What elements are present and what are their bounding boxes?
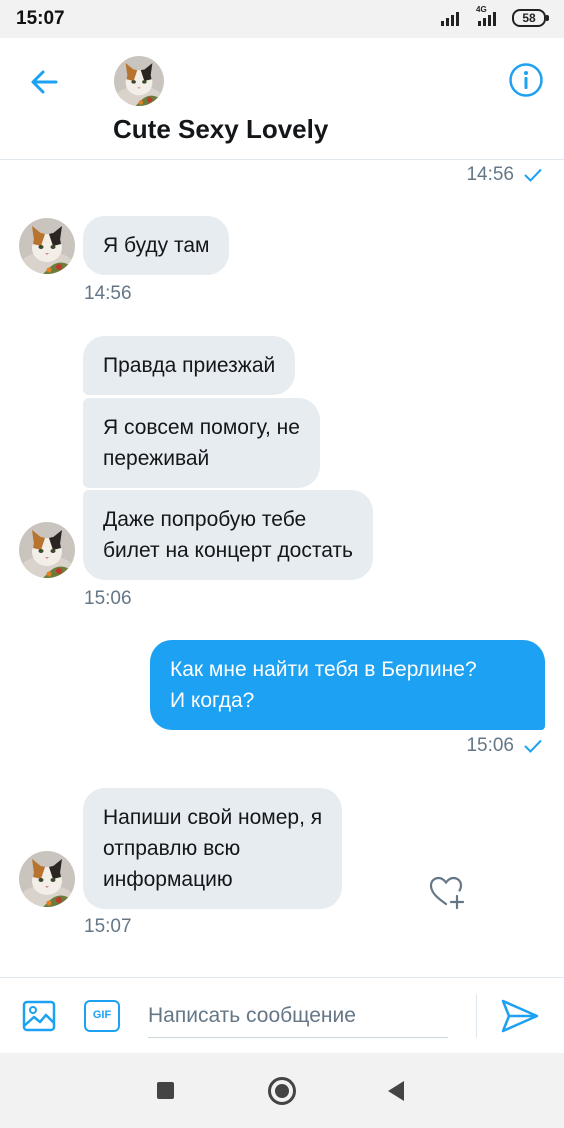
signal-4g-icon [478, 10, 496, 26]
message-bubble-received[interactable]: Даже попробую тебе билет на концерт дост… [83, 490, 373, 580]
message-timestamp: 14:56 [466, 164, 542, 186]
message-bubble-sent[interactable]: Как мне найти тебя в Берлине? И когда? [150, 640, 545, 730]
conversation-header: Cute Sexy Lovely [0, 38, 564, 160]
info-icon [509, 63, 543, 97]
status-time: 15:07 [16, 8, 65, 29]
message-timestamp: 15:06 [466, 735, 542, 757]
gif-button[interactable]: GIF [84, 1000, 120, 1032]
back-icon[interactable] [388, 1081, 404, 1101]
recent-apps-icon[interactable] [157, 1082, 174, 1099]
battery-level: 58 [522, 11, 536, 25]
home-icon[interactable] [268, 1077, 296, 1105]
message-composer: GIF [0, 977, 564, 1053]
message-timestamp: 15:07 [84, 916, 132, 937]
check-icon [524, 168, 542, 182]
message-bubble-received[interactable]: Я буду там [83, 216, 230, 275]
battery-icon: 58 [512, 9, 549, 27]
message-bubble-received[interactable]: Правда приезжай [83, 336, 296, 395]
status-bar: 15:07 4G 58 [0, 0, 564, 38]
back-button[interactable] [24, 62, 64, 102]
heart-plus-icon [429, 876, 465, 910]
divider [476, 994, 477, 1038]
contact-name[interactable]: Cute Sexy Lovely [113, 114, 328, 145]
info-button[interactable] [508, 62, 544, 98]
check-icon [524, 739, 542, 753]
message-list[interactable]: 14:56 Я буду там 14:56 Правда приезжай Я… [0, 160, 564, 977]
send-button[interactable] [500, 998, 540, 1034]
arrow-left-icon [31, 70, 58, 94]
message-bubble-received[interactable]: Напиши свой номер, я отправлю всю информ… [83, 788, 343, 909]
sender-avatar[interactable] [19, 851, 75, 907]
sender-avatar[interactable] [19, 522, 75, 578]
send-icon [501, 999, 539, 1033]
sender-avatar[interactable] [19, 218, 75, 274]
signal-icon [441, 10, 459, 26]
image-button[interactable] [22, 1000, 56, 1032]
contact-avatar[interactable] [114, 56, 164, 106]
system-nav-bar [0, 1053, 564, 1128]
message-bubble-received[interactable]: Я совсем помогу, не переживай [83, 398, 320, 488]
message-timestamp: 15:06 [84, 588, 132, 609]
message-input[interactable] [148, 994, 448, 1038]
image-icon [22, 1000, 56, 1032]
like-button[interactable] [428, 874, 465, 910]
message-timestamp: 14:56 [84, 283, 132, 304]
